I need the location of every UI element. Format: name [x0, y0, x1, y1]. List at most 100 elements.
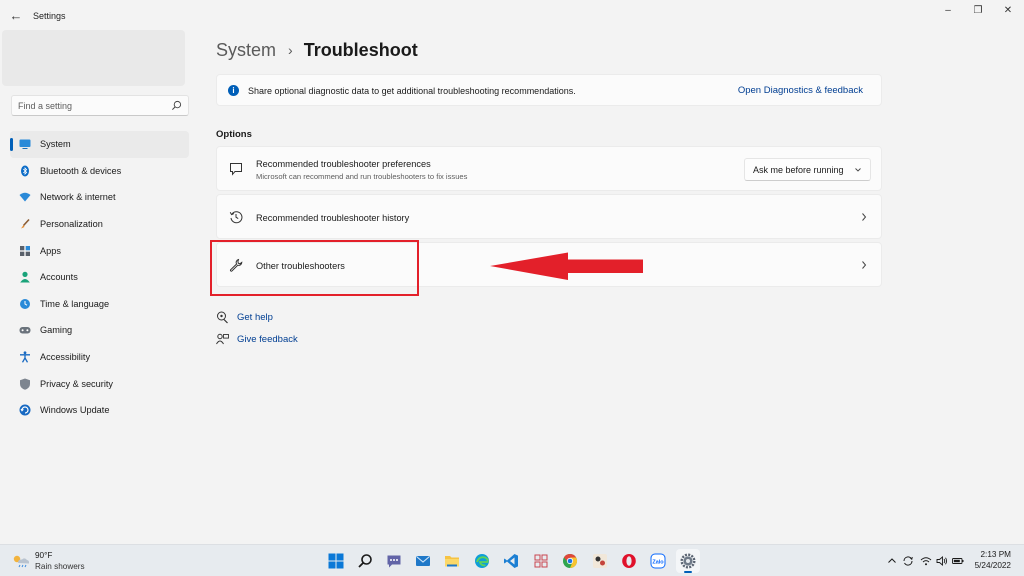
dropdown-selected-value: Ask me before running [753, 165, 844, 175]
troubleshooter-history-row[interactable]: Recommended troubleshooter history [216, 194, 882, 239]
options-section-label: Options [216, 129, 252, 140]
edge-browser-icon [475, 554, 489, 568]
sidebar-item-windows-update[interactable]: Windows Update [10, 397, 189, 424]
clock-time[interactable]: 2:13 PM [981, 550, 1012, 559]
red-arrow-annotation [490, 252, 643, 280]
sidebar-item-label: Time & language [40, 298, 110, 309]
sidebar-item-label: Network & internet [40, 192, 116, 203]
give-feedback-link-row[interactable]: Give feedback [216, 331, 298, 347]
history-icon [229, 211, 243, 224]
update-icon [19, 404, 31, 416]
tools-app[interactable] [529, 549, 553, 573]
file-explorer-app[interactable] [440, 549, 464, 573]
photo-app-icon [593, 554, 607, 568]
search-input[interactable] [18, 99, 168, 113]
apps-icon [20, 245, 30, 256]
search-button[interactable] [353, 549, 377, 573]
chevron-down-icon [855, 168, 861, 172]
taskbar: 90°F Rain showers Zalo 2:13 PM 5/24/2022 [0, 544, 1024, 576]
sidebar-item-time-language[interactable]: Time & language [10, 291, 189, 318]
sidebar-item-accessibility[interactable]: Accessibility [10, 344, 189, 371]
folder-icon [445, 556, 459, 567]
sidebar-item-label: System [40, 139, 71, 150]
search-icon [172, 100, 182, 110]
sidebar-item-personalization[interactable]: Personalization [10, 211, 189, 238]
vscode-app[interactable] [499, 549, 523, 573]
sidebar-item-apps[interactable]: Apps [10, 237, 189, 264]
gamepad-icon [19, 327, 31, 334]
help-icon [217, 311, 228, 323]
clock-date[interactable]: 5/24/2022 [975, 561, 1011, 570]
row-subtitle: Microsoft can recommend and run troubles… [256, 172, 468, 181]
sidebar-item-system[interactable]: System [10, 131, 189, 158]
minimize-button[interactable]: – [940, 4, 956, 18]
row-title: Recommended troubleshooter preferences [256, 159, 431, 169]
sidebar-item-label: Apps [40, 245, 61, 256]
chevron-up-icon [888, 558, 896, 563]
accessibility-icon [20, 351, 30, 363]
chevron-right-icon [862, 261, 867, 269]
battery-tray-icon[interactable] [952, 555, 964, 567]
open-diagnostics-link[interactable]: Open Diagnostics & feedback [738, 85, 863, 96]
give-feedback-link[interactable]: Give feedback [237, 334, 298, 345]
chat-bubble-icon [230, 163, 242, 176]
shield-icon [20, 378, 30, 390]
search-box[interactable] [11, 95, 189, 116]
show-hidden-icons-button[interactable] [886, 555, 898, 567]
info-icon: i [228, 85, 239, 96]
chrome-browser-icon [563, 553, 578, 569]
sidebar-item-accounts[interactable]: Accounts [10, 264, 189, 291]
row-title: Recommended troubleshooter history [256, 213, 410, 223]
monitor-icon [19, 139, 31, 150]
back-button[interactable]: ← [8, 8, 24, 24]
troubleshooter-preference-dropdown[interactable]: Ask me before running [744, 158, 871, 181]
maximize-button[interactable]: ❐ [970, 4, 986, 18]
get-help-link-row[interactable]: Get help [216, 309, 273, 325]
app-title: Settings [33, 11, 66, 21]
close-button[interactable]: ✕ [1000, 4, 1016, 18]
highlight-box-annotation [210, 240, 419, 296]
weather-description: Rain showers [35, 562, 85, 571]
teams-chat-icon [387, 555, 401, 568]
volume-tray-icon[interactable] [936, 555, 948, 567]
wifi-icon [920, 557, 932, 566]
sidebar-item-label: Accessibility [40, 352, 91, 363]
breadcrumb-parent[interactable]: System [216, 40, 276, 61]
globe-clock-icon [20, 298, 30, 309]
chat-button[interactable] [382, 549, 406, 573]
sync-tray-icon[interactable] [902, 555, 914, 567]
sync-icon [903, 556, 913, 566]
sidebar-nav: System Bluetooth & devices Network & int… [10, 131, 189, 424]
feedback-icon [216, 333, 229, 344]
sidebar-item-bluetooth[interactable]: Bluetooth & devices [10, 158, 189, 185]
chrome-app[interactable] [558, 549, 582, 573]
brush-icon [21, 219, 30, 229]
get-help-link[interactable]: Get help [237, 312, 273, 323]
photo-app[interactable] [588, 549, 612, 573]
start-button[interactable] [324, 549, 348, 573]
sidebar-item-privacy[interactable]: Privacy & security [10, 370, 189, 397]
zalo-app[interactable]: Zalo [646, 549, 670, 573]
network-tray-icon[interactable] [920, 555, 932, 567]
gear-icon [680, 553, 696, 569]
settings-app[interactable] [676, 549, 700, 573]
edge-app[interactable] [470, 549, 494, 573]
weather-temperature: 90°F [35, 551, 53, 560]
zalo-label: Zalo [652, 559, 664, 565]
sidebar-item-label: Accounts [40, 272, 78, 283]
bluetooth-icon [21, 165, 29, 177]
title-bar: ← Settings – ❐ ✕ [0, 0, 1024, 32]
mail-app[interactable] [411, 549, 435, 573]
sidebar-item-network[interactable]: Network & internet [10, 184, 189, 211]
page-title: Troubleshoot [303, 39, 418, 60]
user-profile-card[interactable] [2, 30, 185, 86]
sidebar-item-label: Bluetooth & devices [40, 165, 122, 176]
breadcrumb-separator: › [288, 42, 293, 58]
windows-logo-icon [328, 553, 344, 569]
sidebar-item-label: Windows Update [40, 405, 110, 416]
vscode-icon [504, 554, 518, 568]
troubleshooter-preferences-row: Recommended troubleshooter preferences M… [216, 146, 882, 191]
opera-app[interactable] [617, 549, 641, 573]
sidebar-item-gaming[interactable]: Gaming [10, 317, 189, 344]
mail-icon [416, 556, 430, 566]
